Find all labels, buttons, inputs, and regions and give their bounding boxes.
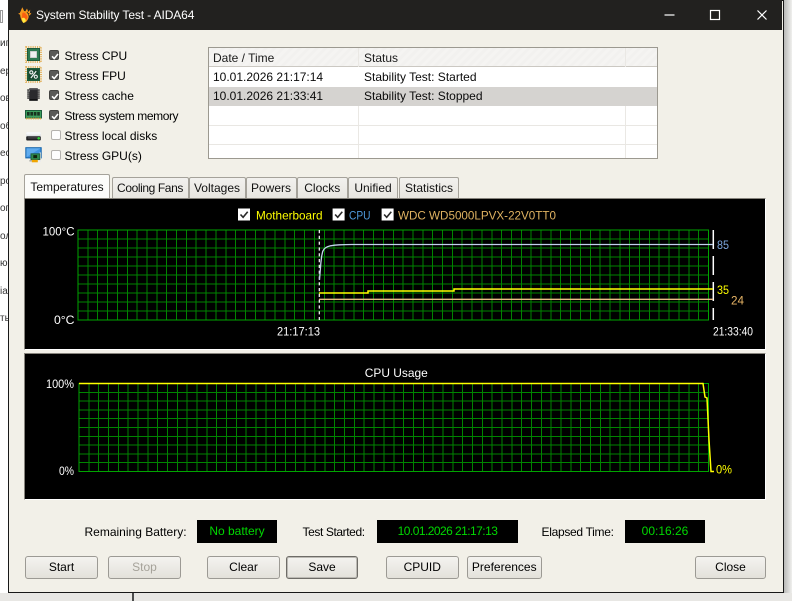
svg-text:CPU Usage: CPU Usage [365,366,428,380]
svg-text:21:33:40: 21:33:40 [713,325,753,339]
svg-text:CPU: CPU [349,209,371,223]
svg-text:85: 85 [717,238,729,252]
svg-text:100%: 100% [46,377,74,391]
svg-text:Motherboard: Motherboard [256,209,323,223]
svg-text:35: 35 [717,283,729,297]
svg-text:21:17:13: 21:17:13 [277,325,320,339]
svg-text:24: 24 [731,294,744,308]
svg-text:0%: 0% [59,464,74,478]
svg-text:100°C: 100°C [43,225,75,239]
svg-text:WDC WD5000LPVX-22V0TT0: WDC WD5000LPVX-22V0TT0 [398,209,556,223]
svg-text:0%: 0% [716,463,732,477]
svg-text:0°C: 0°C [54,313,75,327]
